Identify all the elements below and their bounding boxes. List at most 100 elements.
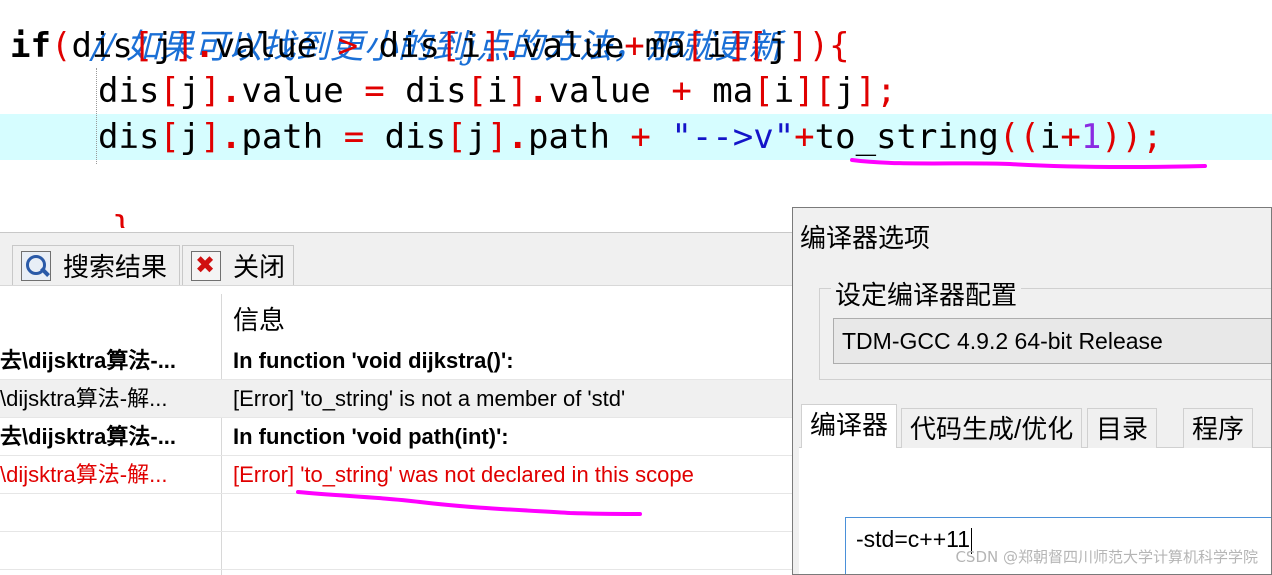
table-row-error[interactable]: \dijsktra算法-解... [Error] 'to_string' was…	[0, 456, 800, 494]
token: ]	[173, 26, 195, 66]
token: dis	[71, 26, 133, 66]
token: .	[220, 117, 242, 157]
row-message: In function 'void path(int)':	[233, 424, 509, 449]
token: j	[179, 117, 201, 157]
token: ][	[794, 71, 836, 111]
tab-search-results[interactable]: 搜索结果	[12, 245, 180, 285]
token: j	[835, 71, 856, 111]
token: )	[808, 26, 830, 66]
compiler-options-dialog: 编译器选项 设定编译器配置 TDM-GCC 4.9.2 64-bit Relea…	[792, 207, 1272, 575]
code-path-line-highlighted: dis[j].path = dis[j].path + "-->v"+to_st…	[0, 114, 1272, 160]
token: [	[440, 26, 461, 66]
token: +	[794, 117, 815, 157]
code-comment-line: // 如果可以找到更小的到j点的方法，那就更新	[10, 0, 782, 67]
token: {	[829, 26, 850, 66]
token: value	[521, 26, 625, 66]
tab-label: 搜索结果	[63, 252, 168, 282]
token: ]	[200, 71, 221, 111]
token: ]	[200, 117, 221, 157]
search-results-icon	[21, 250, 51, 281]
token: dis	[378, 26, 440, 66]
keyword-if: if	[10, 26, 51, 66]
token: ;	[1142, 117, 1163, 157]
token: ]	[480, 26, 502, 66]
token: [	[753, 71, 774, 111]
token: ][	[726, 26, 768, 66]
token: .	[501, 26, 522, 66]
row-message: In function 'void dijkstra()':	[233, 348, 514, 373]
token: i	[773, 71, 795, 111]
token: +	[609, 117, 672, 157]
token: value	[241, 71, 344, 111]
token: i	[487, 71, 508, 111]
csdn-watermark: CSDN @郑朝督四川师范大学计算机科学学院	[955, 548, 1258, 566]
token: [	[159, 117, 180, 157]
table-row[interactable]: 去\dijsktra算法-... In function 'void dijks…	[0, 342, 800, 380]
number-literal: 1	[1080, 117, 1102, 157]
tab-directories[interactable]: 目录	[1087, 408, 1158, 450]
token: [	[466, 71, 488, 111]
token: i	[1039, 117, 1061, 157]
code-close-brace-line: }	[30, 160, 132, 228]
token: .	[194, 26, 215, 66]
compiler-profile-select[interactable]: TDM-GCC 4.9.2 64-bit Release	[833, 318, 1271, 364]
messages-grid: 信息 去\dijsktra算法-... In function 'void di…	[0, 286, 800, 575]
table-row-empty	[0, 494, 800, 532]
table-row-empty	[0, 532, 800, 570]
dialog-tab-bar: 编译器 代码生成/优化 目录 程序	[799, 404, 1271, 450]
tab-codegen-optimization[interactable]: 代码生成/优化	[901, 408, 1083, 450]
token: [	[159, 71, 180, 111]
code-if-line: if(dis[j].value > dis[i].value+ma[i][j])…	[10, 23, 850, 69]
token: i	[460, 26, 481, 66]
token: }	[112, 209, 132, 228]
token: >	[317, 26, 379, 66]
token: +	[624, 26, 645, 66]
string-literal: "-->v"	[671, 117, 795, 157]
token: ]	[487, 117, 508, 157]
close-icon	[191, 250, 221, 281]
table-row[interactable]: \dijsktra算法-解... [Error] 'to_string' is …	[0, 380, 800, 418]
tab-programs[interactable]: 程序	[1183, 408, 1254, 450]
token: ]	[507, 71, 529, 111]
tab-close[interactable]: 关闭	[182, 245, 294, 285]
column-header-message[interactable]: 信息	[233, 300, 285, 337]
token: j	[767, 26, 789, 66]
indent-guide	[96, 68, 97, 164]
token: (	[50, 26, 72, 66]
token: j	[153, 26, 174, 66]
token: dis	[405, 71, 467, 111]
compiler-messages-panel: 搜索结果 关闭 信息 去\dijsktra算法-... In function …	[0, 232, 800, 575]
token: j	[466, 117, 488, 157]
token: ;	[876, 71, 897, 111]
token: dis	[98, 71, 160, 111]
token: ma	[644, 26, 686, 66]
token: dis	[98, 117, 160, 157]
row-file: 去\dijsktra算法-...	[0, 424, 177, 449]
token: path	[528, 117, 610, 157]
token: ]	[788, 26, 809, 66]
token: =	[343, 71, 406, 111]
panel-tab-bar: 搜索结果 关闭	[0, 232, 800, 286]
tab-label: 关闭	[233, 252, 286, 282]
token: [	[685, 26, 707, 66]
row-message: [Error] 'to_string' was not declared in …	[233, 462, 694, 487]
row-file: 去\dijsktra算法-...	[0, 348, 177, 373]
token: ma	[712, 71, 754, 111]
token: value	[548, 71, 651, 111]
table-row[interactable]: 去\dijsktra算法-... In function 'void path(…	[0, 418, 800, 456]
token: .	[220, 71, 242, 111]
code-editor[interactable]: // 如果可以找到更小的到j点的方法，那就更新 if(dis[j].value …	[0, 0, 1272, 228]
function-to-string: to_string	[814, 117, 999, 157]
token: path	[241, 117, 324, 157]
token: =	[323, 117, 385, 157]
token: [	[132, 26, 154, 66]
token: j	[179, 71, 201, 111]
token: ((	[998, 117, 1040, 157]
token: .	[528, 71, 549, 111]
token: dis	[384, 117, 447, 157]
token: ))	[1101, 117, 1143, 157]
row-message: [Error] 'to_string' is not a member of '…	[233, 386, 626, 411]
group-label: 设定编译器配置	[831, 275, 1022, 312]
tab-compiler[interactable]: 编译器	[801, 404, 898, 450]
token: +	[650, 71, 713, 111]
